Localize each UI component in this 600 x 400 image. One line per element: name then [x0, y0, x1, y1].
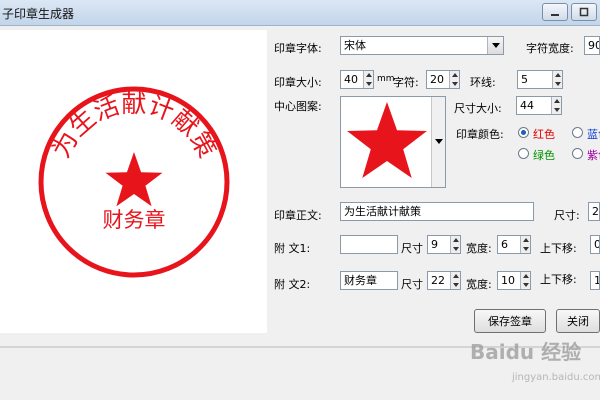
font-label: 印章字体: — [274, 42, 322, 55]
title-bar: 子印章生成器 — [0, 0, 600, 26]
spin-icon — [363, 71, 373, 88]
spin-icon — [449, 71, 459, 88]
watermark-brand: Baidu 经验 — [470, 340, 582, 364]
attach2-label: 附 文2: — [274, 278, 311, 291]
color-label: 印章颜色: — [456, 128, 504, 141]
radio-red[interactable] — [518, 127, 529, 138]
chevron-down-icon — [431, 97, 445, 187]
size-stepper[interactable]: 40 — [340, 70, 374, 89]
size-label: 印章大小: — [274, 76, 322, 89]
main-text-input[interactable]: 为生活献计献策 — [340, 202, 534, 221]
dim-label: 尺寸大小: — [454, 102, 502, 115]
attach2-width-stepper[interactable]: 10 — [497, 271, 531, 290]
attach1-input[interactable] — [340, 235, 398, 254]
seal-star — [105, 152, 163, 207]
attach2-size-stepper[interactable]: 22 — [427, 271, 461, 290]
color-green-label: 绿色 — [533, 149, 555, 162]
spin-icon — [450, 236, 460, 253]
radio-purple[interactable] — [572, 148, 583, 159]
spin-icon — [520, 272, 530, 289]
minimize-button[interactable] — [542, 3, 568, 21]
attach1-label: 附 文1: — [274, 242, 311, 255]
main-size-input[interactable]: 2 — [588, 202, 600, 221]
seal-preview: 为生活献计献策 财务章 — [38, 86, 230, 278]
color-blue-label: 蓝色 — [587, 128, 600, 141]
watermark-url: jingyan.baidu.com — [512, 372, 600, 383]
seal-preview-panel: 为生活献计献策 财务章 — [0, 30, 267, 333]
attach2-width-label: 宽度: — [466, 278, 492, 291]
font-select-value: 宋体 — [344, 39, 366, 52]
char-stepper[interactable]: 20 — [426, 70, 460, 89]
seal-bottom-text: 财务章 — [103, 208, 166, 232]
radio-blue[interactable] — [572, 127, 583, 138]
star-icon — [347, 102, 427, 178]
chevron-down-icon — [487, 37, 503, 54]
attach1-width-label: 宽度: — [466, 242, 492, 255]
save-seal-button[interactable]: 保存签章 — [474, 309, 546, 333]
font-select[interactable]: 宋体 — [340, 36, 504, 55]
attach2-size-label: 尺寸 — [401, 278, 423, 291]
line-stepper[interactable]: 5 — [517, 70, 563, 89]
color-red-label: 红色 — [533, 128, 555, 141]
spin-icon — [552, 71, 562, 88]
spin-icon — [450, 272, 460, 289]
center-pattern-select[interactable] — [340, 96, 446, 188]
restore-button[interactable] — [571, 3, 597, 21]
spin-icon — [551, 97, 561, 114]
char-width-input[interactable]: 90 — [584, 36, 600, 55]
char-width-label: 字符宽度: — [526, 42, 574, 55]
size-unit: mm — [377, 74, 395, 84]
attach2-shift-input[interactable]: 10 — [590, 271, 600, 290]
color-purple-label: 紫色 — [587, 149, 600, 162]
spin-icon — [520, 236, 530, 253]
attach1-size-stepper[interactable]: 9 — [427, 235, 461, 254]
char-label: 字符: — [393, 76, 419, 89]
window-title: 子印章生成器 — [2, 7, 75, 21]
attach1-shift-input[interactable]: 0 — [590, 235, 600, 254]
minimize-icon — [551, 14, 559, 16]
close-button[interactable]: 关闭 — [556, 309, 600, 333]
attach2-shift-label: 上下移: — [540, 273, 577, 286]
main-size-label: 尺寸: — [554, 209, 580, 222]
radio-green[interactable] — [518, 148, 529, 159]
attach1-shift-label: 上下移: — [540, 242, 577, 255]
attach2-input[interactable]: 财务章 — [340, 271, 398, 290]
center-pattern-label: 中心图案: — [274, 100, 322, 113]
main-text-label: 印章正文: — [274, 209, 322, 222]
seal-ring-text: 为生活献计献策 — [46, 89, 221, 163]
attach1-size-label: 尺寸 — [401, 242, 423, 255]
attach1-width-stepper[interactable]: 6 — [497, 235, 531, 254]
dim-stepper[interactable]: 44 — [516, 96, 562, 115]
line-label: 环线: — [470, 76, 496, 89]
restore-icon — [579, 7, 589, 17]
